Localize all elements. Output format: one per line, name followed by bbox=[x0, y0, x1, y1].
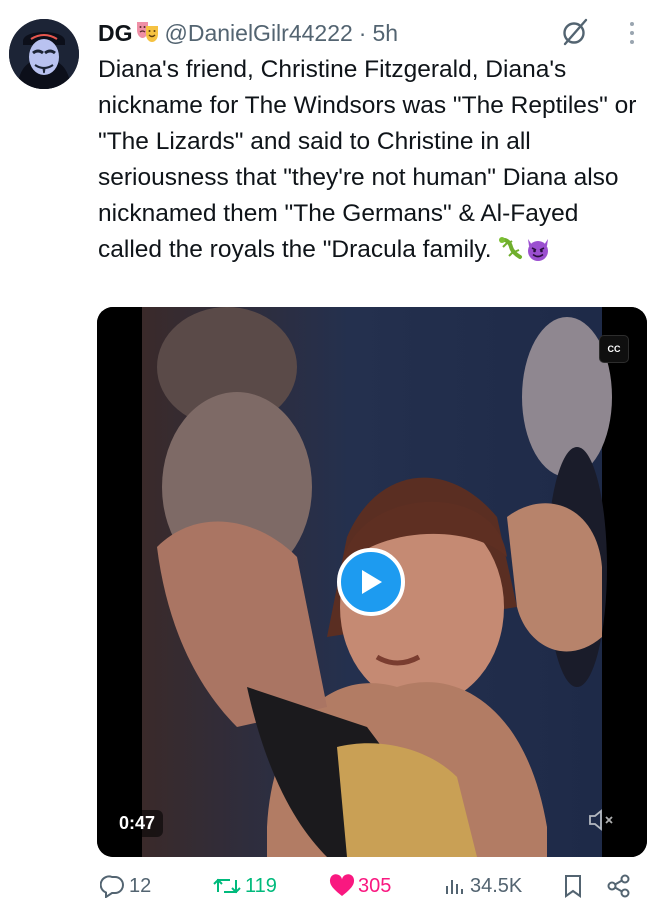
display-name[interactable]: DG bbox=[98, 20, 133, 47]
heart-icon bbox=[329, 874, 355, 896]
play-icon bbox=[362, 570, 382, 594]
share-button[interactable] bbox=[606, 868, 635, 904]
avatar[interactable] bbox=[9, 19, 79, 89]
views-button[interactable]: 34.5K bbox=[443, 868, 522, 904]
views-chart-icon bbox=[446, 880, 463, 894]
like-button[interactable]: 305 bbox=[329, 868, 391, 904]
repost-button[interactable]: 119 bbox=[212, 868, 277, 904]
bookmark-button[interactable] bbox=[562, 868, 587, 904]
smiling-devil-icon bbox=[524, 236, 550, 262]
volume-muted-icon[interactable] bbox=[587, 807, 617, 833]
share-icon bbox=[607, 874, 630, 898]
reply-count: 12 bbox=[129, 874, 152, 897]
play-button[interactable] bbox=[337, 548, 405, 616]
reply-icon bbox=[100, 875, 124, 898]
user-handle[interactable]: @DanielGilr44222 bbox=[165, 20, 353, 47]
video-duration: 0:47 bbox=[111, 810, 164, 837]
theater-masks-icon bbox=[135, 19, 161, 48]
repost-count: 119 bbox=[245, 874, 277, 897]
like-count: 305 bbox=[358, 874, 392, 897]
tweet-header: DG @DanielGilr44222 · 5h bbox=[98, 17, 398, 49]
video-player[interactable]: CC 0:47 bbox=[97, 307, 647, 857]
tweet-actions: 12 119 305 34.5K bbox=[0, 868, 670, 904]
grok-icon[interactable] bbox=[561, 17, 589, 47]
anonymous-mask-icon bbox=[9, 19, 79, 89]
timestamp[interactable]: 5h bbox=[372, 20, 398, 47]
repost-icon bbox=[213, 878, 241, 894]
tweet-body: Diana's friend, Christine Fitzgerald, Di… bbox=[98, 56, 644, 263]
closed-captions-button[interactable]: CC bbox=[599, 335, 629, 363]
tweet-text: Diana's friend, Christine Fitzgerald, Di… bbox=[98, 52, 638, 268]
view-count: 34.5K bbox=[470, 874, 523, 897]
reply-button[interactable]: 12 bbox=[100, 868, 151, 904]
lizard-icon bbox=[498, 236, 524, 262]
separator-dot: · bbox=[358, 19, 367, 46]
bookmark-icon bbox=[565, 875, 581, 898]
more-options-icon[interactable] bbox=[624, 20, 640, 46]
